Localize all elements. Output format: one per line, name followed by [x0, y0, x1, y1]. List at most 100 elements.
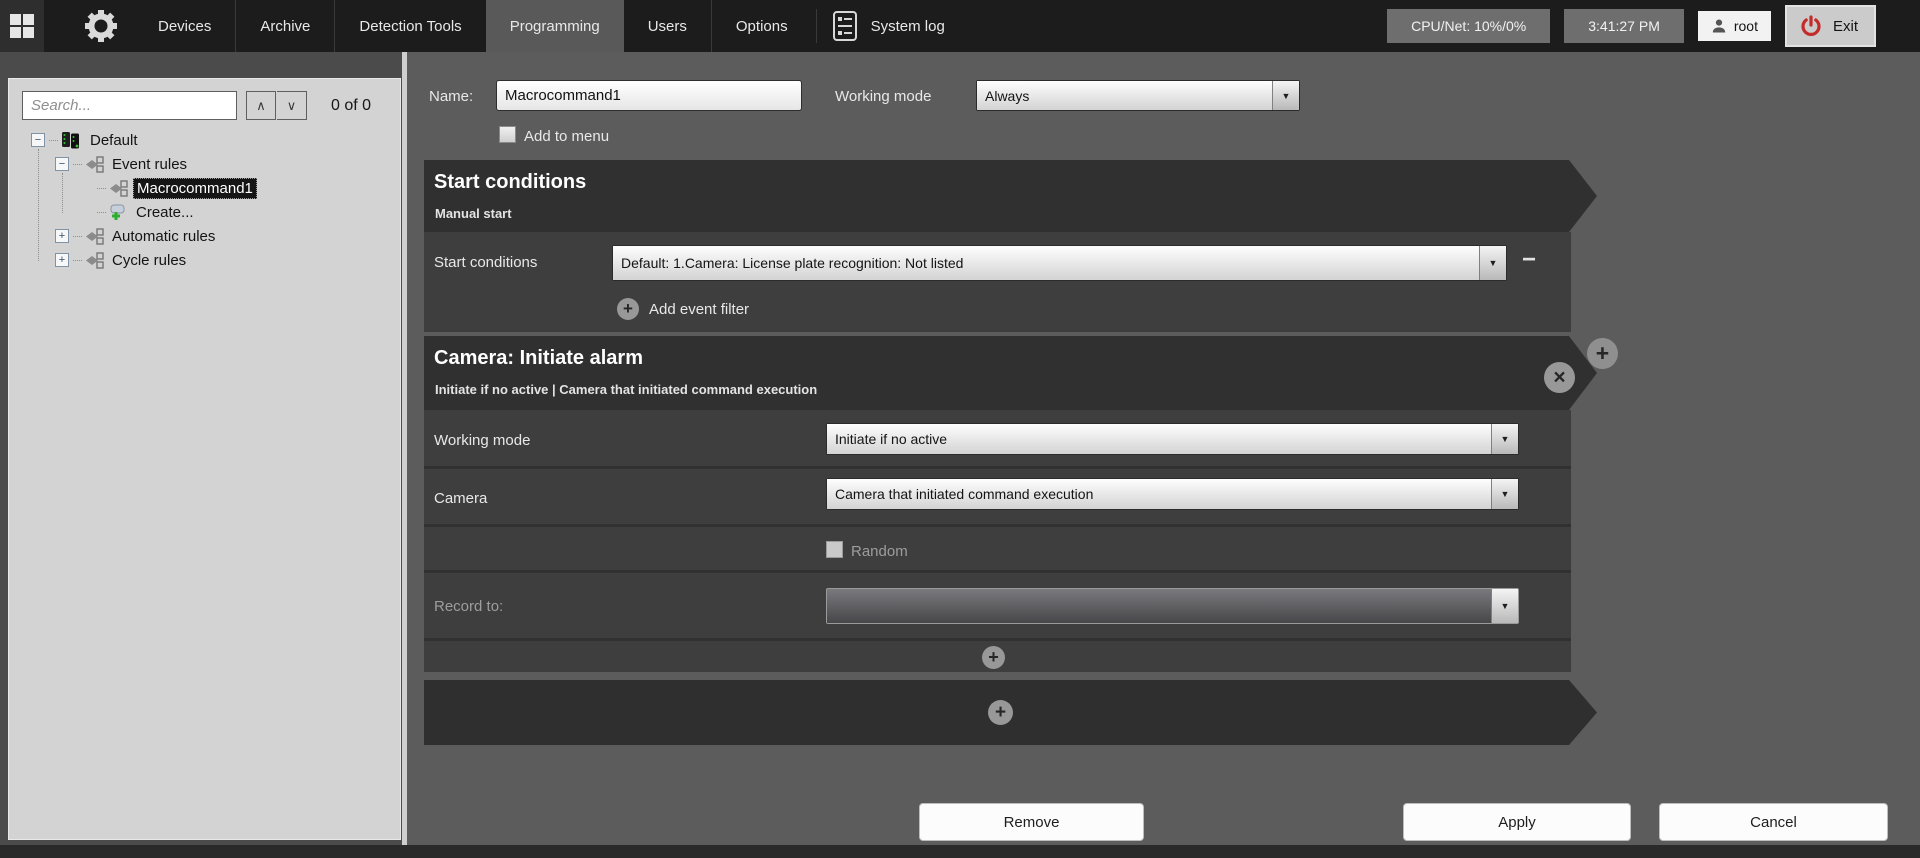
add-action-setting-button[interactable]: + — [982, 646, 1005, 669]
tree-connector — [97, 188, 106, 189]
main-tabs: Devices Archive Detection Tools Programm… — [134, 0, 812, 52]
tree-item-create[interactable]: Create... — [133, 203, 197, 222]
grid-menu-icon — [10, 14, 34, 38]
start-conditions-body: Start conditions Default: 1.Camera: Lice… — [424, 232, 1571, 332]
start-conditions-title: Start conditions — [434, 171, 586, 194]
add-to-menu-label: Add to menu — [524, 128, 609, 145]
add-action-button[interactable]: + — [988, 700, 1013, 725]
tree-row-create: Create... — [9, 201, 197, 223]
action-header: Camera: Initiate alarm Initiate if no ac… — [424, 336, 1597, 410]
macro-editor-panel: Name: Working mode Always ▼ Add to menu … — [407, 52, 1920, 845]
start-condition-select[interactable]: Default: 1.Camera: License plate recogni… — [612, 245, 1507, 281]
row-separator — [424, 466, 1571, 469]
tree-row-default: − Default — [9, 129, 141, 151]
row-separator — [424, 524, 1571, 527]
action-working-mode-value: Initiate if no active — [827, 424, 1491, 454]
sidebar-splitter[interactable] — [402, 52, 407, 845]
start-conditions-subtitle: Manual start — [435, 206, 512, 221]
record-to-label: Record to: — [434, 598, 503, 615]
remove-event-filter-button[interactable]: − — [1522, 250, 1536, 270]
add-action-before-button[interactable]: + — [1587, 338, 1618, 369]
system-log-button[interactable]: System log — [816, 9, 945, 43]
action-camera-value: Camera that initiated command execution — [827, 479, 1491, 509]
action-subtitle: Initiate if no active | Camera that init… — [435, 382, 817, 397]
expander-icon[interactable]: − — [55, 157, 69, 171]
dropdown-arrow-icon: ▼ — [1491, 589, 1518, 623]
tree-item-automatic-rules[interactable]: Automatic rules — [109, 227, 218, 246]
action-camera-label: Camera — [434, 490, 487, 507]
dropdown-arrow-icon: ▼ — [1491, 479, 1518, 509]
action-title: Camera: Initiate alarm — [434, 347, 643, 370]
bottom-strip — [0, 845, 1920, 858]
gear-icon — [84, 9, 118, 43]
action-working-mode-label: Working mode — [434, 432, 530, 449]
row-separator — [424, 570, 1571, 573]
rule-node-icon — [84, 252, 104, 269]
tree-item-cycle-rules[interactable]: Cycle rules — [109, 251, 189, 270]
plus-icon: + — [995, 702, 1006, 724]
main-menu-button[interactable] — [0, 0, 44, 52]
top-bar: Devices Archive Detection Tools Programm… — [0, 0, 1920, 52]
working-mode-select[interactable]: Always ▼ — [976, 80, 1300, 111]
plus-icon: + — [988, 647, 999, 668]
tree-connector — [73, 236, 82, 237]
tree-item-event-rules[interactable]: Event rules — [109, 155, 190, 174]
tree-row-cycle-rules: + Cycle rules — [9, 249, 189, 271]
tree-item-default[interactable]: Default — [87, 131, 141, 150]
expander-icon[interactable]: − — [31, 133, 45, 147]
record-to-select: ▼ — [826, 588, 1519, 624]
add-event-filter-plus-icon[interactable]: + — [617, 298, 639, 320]
topbar-right-group: CPU/Net: 10%/0% 3:41:27 PM root Exit — [1387, 5, 1920, 47]
dropdown-arrow-icon: ▼ — [1479, 246, 1506, 280]
start-condition-value: Default: 1.Camera: License plate recogni… — [613, 246, 1479, 280]
user-icon — [1711, 18, 1727, 34]
macro-name-input[interactable] — [496, 80, 802, 111]
add-to-menu-checkbox[interactable] — [499, 126, 516, 143]
current-user-button[interactable]: root — [1698, 11, 1771, 41]
tree-connector — [73, 260, 82, 261]
tab-users[interactable]: Users — [624, 0, 711, 52]
system-log-icon — [833, 11, 857, 41]
rule-node-icon — [84, 228, 104, 245]
tree-connector — [97, 212, 106, 213]
tab-detection-tools[interactable]: Detection Tools — [334, 0, 485, 52]
action-camera-select[interactable]: Camera that initiated command execution … — [826, 478, 1519, 510]
working-mode-value: Always — [977, 81, 1272, 110]
clock-badge: 3:41:27 PM — [1564, 9, 1684, 43]
tree-row-event-rules: − Event rules — [9, 153, 190, 175]
settings-gear[interactable] — [84, 9, 118, 43]
exit-button[interactable]: Exit — [1785, 5, 1876, 47]
tab-options[interactable]: Options — [711, 0, 812, 52]
start-conditions-field-label: Start conditions — [434, 254, 537, 271]
action-working-mode-select[interactable]: Initiate if no active ▼ — [826, 423, 1519, 455]
tab-archive[interactable]: Archive — [235, 0, 334, 52]
chevron-down-icon: ∨ — [287, 98, 297, 114]
record-to-value — [827, 589, 1491, 623]
search-match-counter: 0 of 0 — [331, 97, 371, 115]
apply-button[interactable]: Apply — [1403, 803, 1631, 841]
search-input[interactable] — [22, 91, 237, 120]
tree-row-macrocommand1: Macrocommand1 — [9, 177, 257, 199]
remove-action-button[interactable]: × — [1544, 362, 1575, 393]
search-next-button[interactable]: ∨ — [277, 91, 307, 120]
add-event-filter-label[interactable]: Add event filter — [649, 301, 749, 318]
system-log-label: System log — [871, 18, 945, 35]
rule-node-icon — [84, 156, 104, 173]
server-icon — [60, 131, 82, 149]
random-checkbox[interactable] — [826, 541, 843, 558]
create-icon — [108, 203, 128, 221]
remove-button[interactable]: Remove — [919, 803, 1144, 841]
expander-icon[interactable]: + — [55, 253, 69, 267]
chevron-up-icon: ∧ — [256, 98, 266, 114]
tree-row-automatic-rules: + Automatic rules — [9, 225, 218, 247]
user-name: root — [1734, 18, 1758, 34]
name-label: Name: — [429, 88, 473, 105]
cancel-button[interactable]: Cancel — [1659, 803, 1888, 841]
tab-programming[interactable]: Programming — [486, 0, 624, 52]
row-separator — [424, 638, 1571, 641]
search-prev-button[interactable]: ∧ — [246, 91, 276, 120]
tree-item-macrocommand1[interactable]: Macrocommand1 — [133, 178, 257, 199]
tab-devices[interactable]: Devices — [134, 0, 235, 52]
expander-icon[interactable]: + — [55, 229, 69, 243]
dropdown-arrow-icon: ▼ — [1272, 81, 1299, 110]
